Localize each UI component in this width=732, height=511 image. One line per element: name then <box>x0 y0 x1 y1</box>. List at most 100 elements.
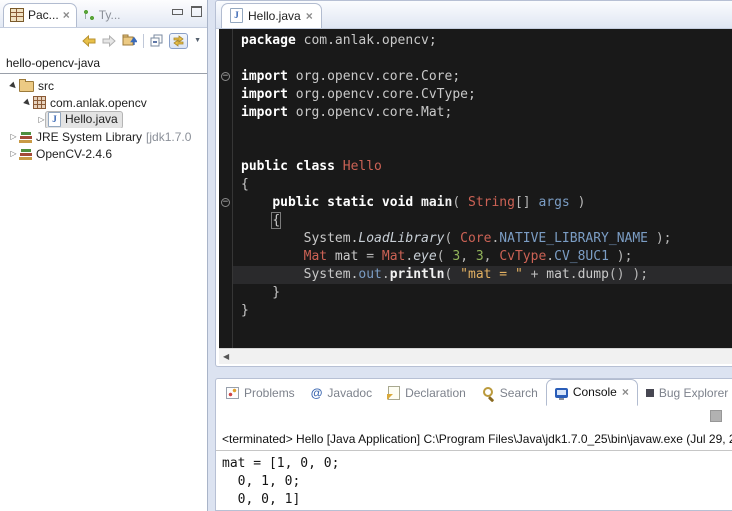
code-token: ( <box>445 267 461 282</box>
code-line[interactable] <box>233 140 732 158</box>
source-folder-icon <box>19 81 34 92</box>
code-token: out <box>358 267 381 282</box>
code-line[interactable]: Mat mat = Mat.eye( 3, 3, CvType.CV_8UC1 … <box>233 248 732 266</box>
code-line[interactable]: { <box>233 212 732 230</box>
matched-brace: { <box>272 213 280 228</box>
tab-console[interactable]: Console× <box>546 379 638 406</box>
tree-item-label: com.anlak.opencv <box>50 96 147 110</box>
code-line[interactable]: System.LoadLibrary( Core.NATIVE_LIBRARY_… <box>233 230 732 248</box>
tab-label: Problems <box>244 386 295 400</box>
tab-bug-explorer[interactable]: Bug Explorer <box>638 381 732 406</box>
annotation-ruler: −− <box>219 29 233 348</box>
code-token: . <box>546 249 554 264</box>
tree-item-com-anlak-opencv[interactable]: ▶com.anlak.opencv <box>0 94 207 111</box>
code-token: org.opencv.core.Mat; <box>288 105 452 120</box>
code-line[interactable]: } <box>233 284 732 302</box>
view-toolbar: ▼ <box>0 28 207 53</box>
tab-label: Ty... <box>99 8 121 22</box>
console-output-line: mat = [1, 0, 0; <box>222 455 732 473</box>
terminate-button[interactable] <box>710 410 722 422</box>
expand-arrow-icon[interactable]: ▷ <box>8 133 19 141</box>
tree-item-suffix: [jdk1.7.0 <box>146 130 191 144</box>
tab-label: Declaration <box>405 386 466 400</box>
code-token: , <box>460 249 476 264</box>
code-token: ) <box>570 195 586 210</box>
tab-problems[interactable]: Problems <box>218 381 303 406</box>
fold-collapse-icon[interactable]: − <box>221 198 230 207</box>
minimize-icon[interactable] <box>172 9 183 15</box>
code-line[interactable] <box>233 50 732 68</box>
code-line[interactable] <box>233 122 732 140</box>
editor-tab-hello-java[interactable]: J Hello.java × <box>221 3 322 28</box>
tab-javadoc[interactable]: @Javadoc <box>303 381 380 406</box>
code-token <box>241 249 304 264</box>
code-line[interactable]: import org.opencv.core.CvType; <box>233 86 732 104</box>
maximize-icon[interactable] <box>191 6 202 17</box>
code-line[interactable]: import org.opencv.core.Core; <box>233 68 732 86</box>
code-editor[interactable]: −− package com.anlak.opencv;import org.o… <box>219 29 732 348</box>
code-line[interactable]: } <box>233 302 732 320</box>
code-token: , <box>484 249 500 264</box>
code-line[interactable]: public static void main( String[] args ) <box>233 194 732 212</box>
view-menu-icon[interactable]: ▼ <box>194 37 201 44</box>
tree-item-opencv-2-4-6[interactable]: ▷OpenCV-2.4.6 <box>0 145 207 162</box>
editor-horizontal-scrollbar[interactable]: ◀ <box>219 348 732 364</box>
console-output-line: 0, 0, 1] <box>222 491 732 509</box>
view-tabbar: Pac... × Ty... <box>0 0 207 28</box>
tree-item-jre-system-library[interactable]: ▷ JRE System Library [jdk1.7.0 <box>0 128 207 145</box>
tree-item-label: Hello.java <box>65 112 118 126</box>
tree-item-label: JRE System Library <box>36 130 142 144</box>
bug-icon <box>646 389 654 397</box>
code-token: ( <box>452 195 468 210</box>
tab-declaration[interactable]: Declaration <box>380 381 474 406</box>
up-folder-icon[interactable] <box>122 34 137 47</box>
tree-item-hello-java[interactable]: ▷JHello.java <box>0 111 207 128</box>
code-token: dump <box>578 267 609 282</box>
code-token: mat <box>546 267 569 282</box>
close-icon[interactable]: × <box>306 11 313 21</box>
type-hierarchy-icon <box>83 9 95 21</box>
code-token: import <box>241 105 288 120</box>
declaration-icon <box>388 386 400 400</box>
code-token: main <box>421 195 452 210</box>
code-token: Core <box>460 231 491 246</box>
expand-arrow-icon[interactable]: ▷ <box>8 150 19 158</box>
code-token: } <box>241 285 280 300</box>
code-token: 3 <box>452 249 460 264</box>
java-file-icon: J <box>230 8 243 23</box>
tree-item-label: src <box>38 79 54 93</box>
tab-label: Search <box>500 386 538 400</box>
forward-arrow-icon[interactable] <box>102 35 116 47</box>
code-token: CvType <box>499 249 546 264</box>
back-arrow-icon[interactable] <box>82 35 96 47</box>
tab-search[interactable]: Search <box>474 381 546 406</box>
code-token: CV_8UC1 <box>554 249 609 264</box>
close-icon[interactable]: × <box>63 10 70 20</box>
code-token: () ); <box>609 267 648 282</box>
view-window-buttons <box>172 6 202 17</box>
code-line[interactable]: import org.opencv.core.Mat; <box>233 104 732 122</box>
code-token: Mat <box>304 249 327 264</box>
link-with-editor-icon[interactable] <box>169 33 188 49</box>
code-line-current[interactable]: System.out.println( "mat = " + mat.dump(… <box>233 266 732 284</box>
console-icon <box>555 388 568 398</box>
code-token: . <box>382 267 390 282</box>
eclipse-window: { "colors": { "window_bg": "#dce3f1", "e… <box>0 0 732 511</box>
code-token: ( <box>445 231 461 246</box>
code-line[interactable]: { <box>233 176 732 194</box>
fold-collapse-icon[interactable]: − <box>221 72 230 81</box>
tab-package-explorer[interactable]: Pac... × <box>3 3 77 27</box>
code-line[interactable]: package com.anlak.opencv; <box>233 32 732 50</box>
code-token <box>241 195 272 210</box>
close-icon[interactable]: × <box>622 387 629 397</box>
console-output-line: 0, 1, 0; <box>222 473 732 491</box>
code-line[interactable]: public class Hello <box>233 158 732 176</box>
tree-item-src[interactable]: ▶src <box>0 77 207 94</box>
code-token: eye <box>413 249 436 264</box>
project-root-label[interactable]: hello-opencv-java <box>0 53 207 74</box>
tab-type-hierarchy[interactable]: Ty... <box>77 4 127 27</box>
collapse-all-icon[interactable] <box>150 34 163 47</box>
scroll-left-arrow-icon[interactable]: ◀ <box>219 352 229 361</box>
toolbar-separator <box>143 34 144 48</box>
code-token: ); <box>648 231 671 246</box>
